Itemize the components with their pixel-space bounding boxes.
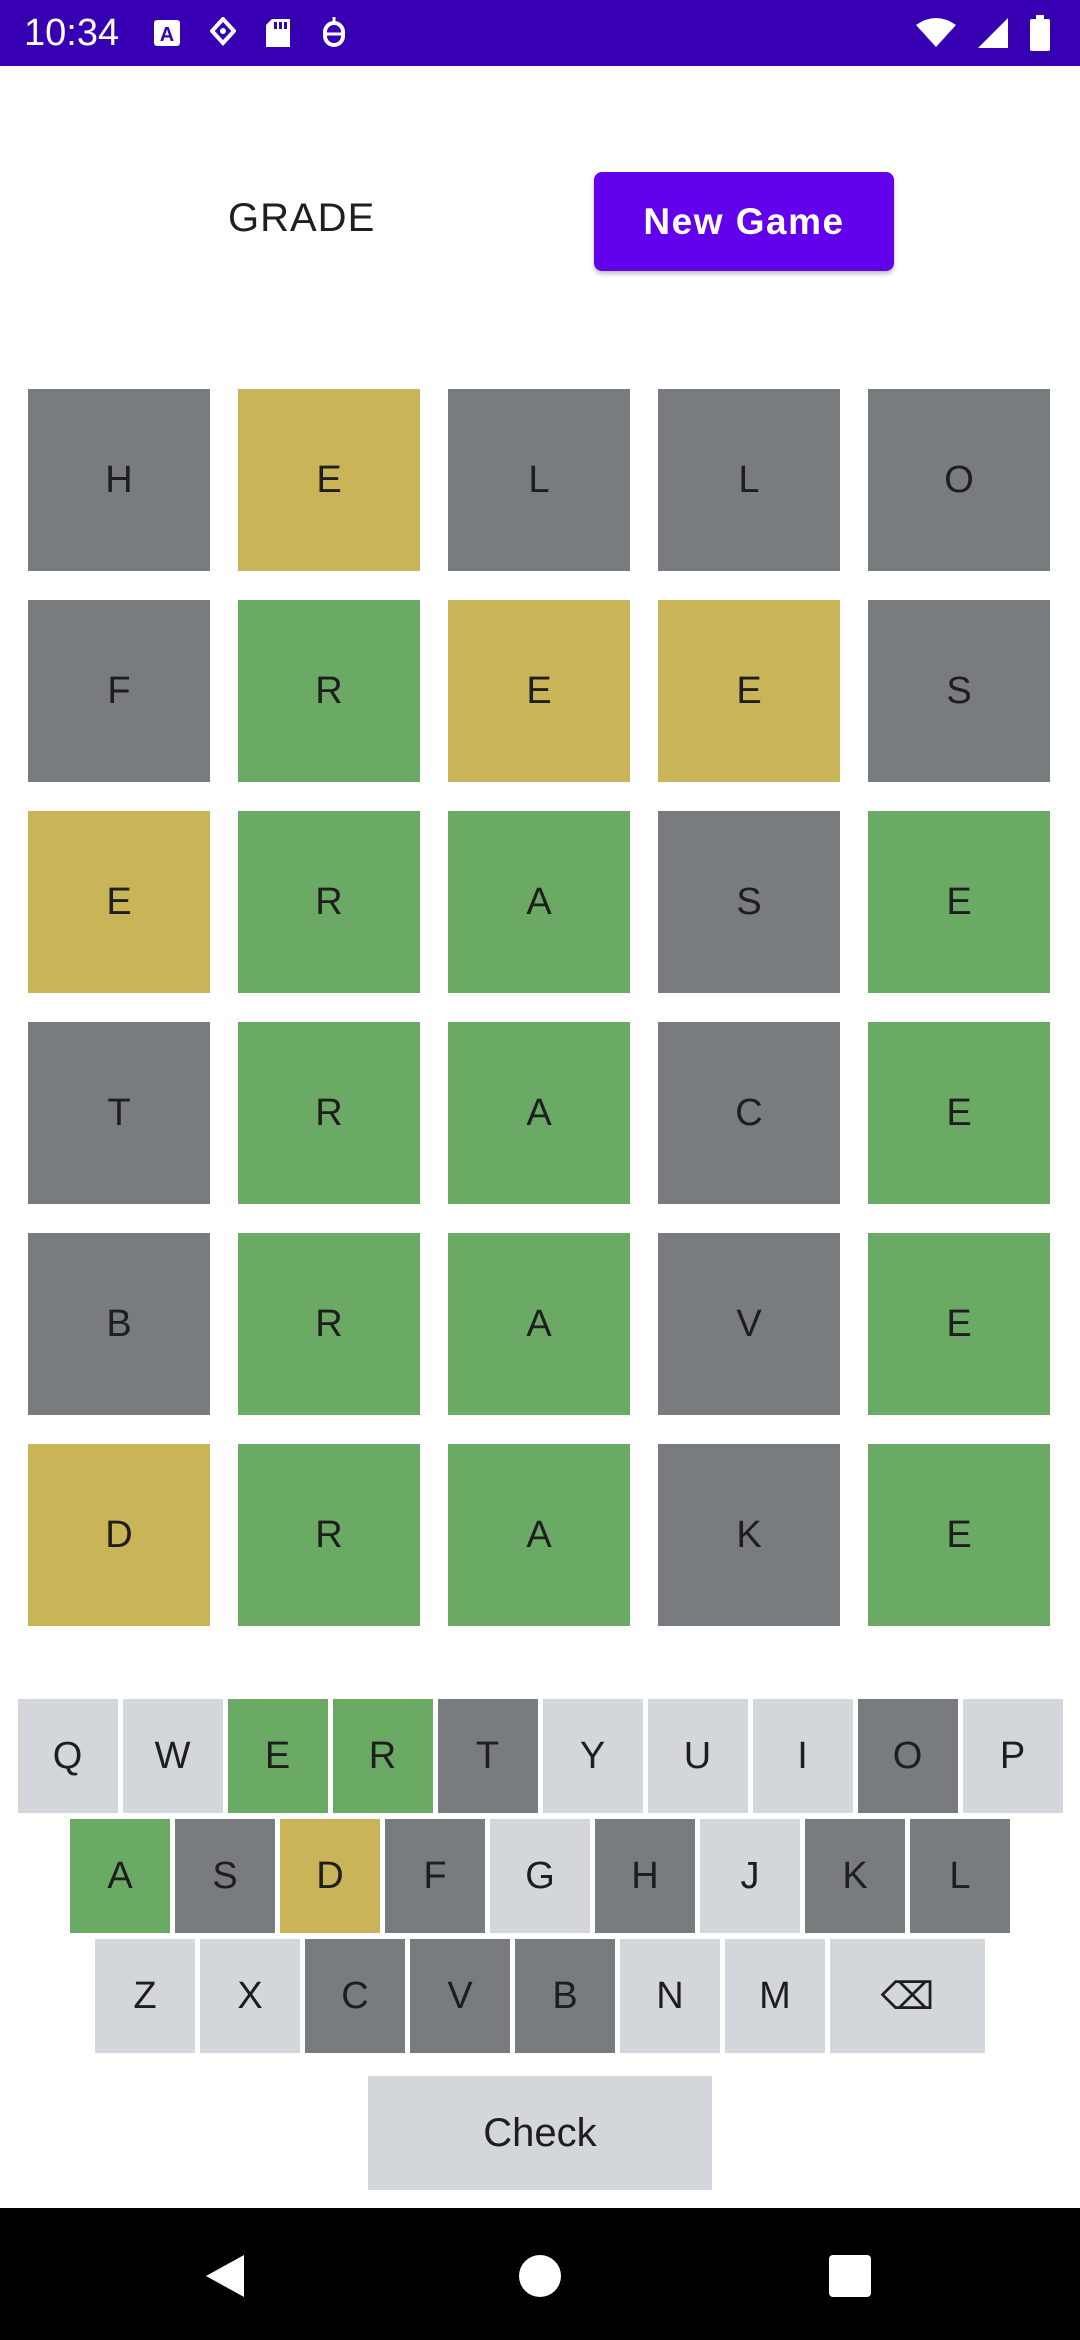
letter-tile: E bbox=[868, 811, 1050, 993]
letter-tile: R bbox=[238, 1022, 420, 1204]
letter-tile: A bbox=[448, 1022, 630, 1204]
key-n[interactable]: N bbox=[620, 1939, 720, 2053]
backspace-key[interactable]: ⌫ bbox=[830, 1939, 985, 2053]
key-o[interactable]: O bbox=[857, 1699, 958, 1813]
board-row: ERASE bbox=[28, 811, 1052, 993]
letter-tile: S bbox=[868, 600, 1050, 782]
grade-label: GRADE bbox=[228, 196, 376, 240]
letter-tile: O bbox=[868, 389, 1050, 571]
signal-icon bbox=[976, 16, 1010, 50]
board-row: TRACE bbox=[28, 1022, 1052, 1204]
recents-icon[interactable] bbox=[829, 2255, 871, 2301]
board-row: HELLO bbox=[28, 389, 1052, 571]
key-s[interactable]: S bbox=[175, 1819, 275, 1933]
status-time: 10:34 bbox=[24, 12, 120, 54]
key-z[interactable]: Z bbox=[95, 1939, 195, 2053]
key-j[interactable]: J bbox=[700, 1819, 800, 1933]
letter-tile: R bbox=[238, 600, 420, 782]
key-w[interactable]: W bbox=[122, 1699, 223, 1813]
letter-tile: E bbox=[238, 389, 420, 571]
keyboard-row: ASDFGHJKL bbox=[17, 1819, 1063, 1933]
wifi-icon bbox=[916, 17, 956, 49]
letter-tile: T bbox=[28, 1022, 210, 1204]
letter-tile: L bbox=[658, 389, 840, 571]
letter-tile: H bbox=[28, 389, 210, 571]
key-a[interactable]: A bbox=[70, 1819, 170, 1933]
letter-tile: R bbox=[238, 811, 420, 993]
board-row: BRAVE bbox=[28, 1233, 1052, 1415]
key-y[interactable]: Y bbox=[542, 1699, 643, 1813]
new-game-button[interactable]: New Game bbox=[594, 172, 894, 271]
letter-tile: R bbox=[238, 1233, 420, 1415]
key-d[interactable]: D bbox=[280, 1819, 380, 1933]
key-l[interactable]: L bbox=[910, 1819, 1010, 1933]
location-marker-icon bbox=[210, 17, 236, 49]
letter-tile: D bbox=[28, 1444, 210, 1626]
key-b[interactable]: B bbox=[515, 1939, 615, 2053]
board-row: DRAKE bbox=[28, 1444, 1052, 1626]
key-q[interactable]: Q bbox=[17, 1699, 118, 1813]
keyboard-row: QWERTYUIOP bbox=[17, 1699, 1063, 1813]
a-box-icon: A bbox=[152, 18, 182, 48]
key-r[interactable]: R bbox=[332, 1699, 433, 1813]
keyboard: Q W E R T Y U I O P A S D F G H J K L Z X C V B N M ⌫ bbox=[17, 1699, 1063, 2059]
status-notification-icons: A bbox=[152, 16, 348, 50]
home-icon[interactable] bbox=[518, 2254, 562, 2302]
status-system-icons bbox=[916, 14, 1050, 52]
letter-tile: E bbox=[448, 600, 630, 782]
key-m[interactable]: M bbox=[725, 1939, 825, 2053]
key-f[interactable]: F bbox=[385, 1819, 485, 1933]
bug-icon bbox=[320, 17, 348, 49]
key-k[interactable]: K bbox=[805, 1819, 905, 1933]
key-u[interactable]: U bbox=[647, 1699, 748, 1813]
letter-tile: A bbox=[448, 1444, 630, 1626]
letter-tile: F bbox=[28, 600, 210, 782]
letter-tile: V bbox=[658, 1233, 840, 1415]
check-button[interactable]: Check bbox=[368, 2076, 712, 2190]
key-h[interactable]: H bbox=[595, 1819, 695, 1933]
svg-text:A: A bbox=[160, 24, 174, 46]
back-icon[interactable] bbox=[204, 2253, 246, 2303]
letter-tile: E bbox=[28, 811, 210, 993]
letter-tile: E bbox=[868, 1233, 1050, 1415]
letter-tile: L bbox=[448, 389, 630, 571]
letter-tile: C bbox=[658, 1022, 840, 1204]
letter-tile: R bbox=[238, 1444, 420, 1626]
letter-tile: E bbox=[868, 1444, 1050, 1626]
letter-tile: E bbox=[868, 1022, 1050, 1204]
letter-tile: A bbox=[448, 1233, 630, 1415]
battery-icon bbox=[1030, 15, 1050, 51]
letter-tile: S bbox=[658, 811, 840, 993]
key-x[interactable]: X bbox=[200, 1939, 300, 2053]
key-i[interactable]: I bbox=[752, 1699, 853, 1813]
key-v[interactable]: V bbox=[410, 1939, 510, 2053]
letter-tile: K bbox=[658, 1444, 840, 1626]
keyboard-row: Z X C V B N M ⌫ bbox=[17, 1939, 1063, 2053]
key-c[interactable]: C bbox=[305, 1939, 405, 2053]
navigation-bar bbox=[0, 2208, 1080, 2340]
letter-tile: A bbox=[448, 811, 630, 993]
game-board: HELLOFREESERASETRACEBRAVEDRAKE bbox=[28, 389, 1052, 1655]
letter-tile: E bbox=[658, 600, 840, 782]
board-row: FREES bbox=[28, 600, 1052, 782]
letter-tile: B bbox=[28, 1233, 210, 1415]
key-p[interactable]: P bbox=[962, 1699, 1063, 1813]
sd-card-icon bbox=[264, 17, 292, 49]
key-t[interactable]: T bbox=[437, 1699, 538, 1813]
key-e[interactable]: E bbox=[227, 1699, 328, 1813]
status-bar: 10:34 A bbox=[0, 0, 1080, 66]
key-g[interactable]: G bbox=[490, 1819, 590, 1933]
